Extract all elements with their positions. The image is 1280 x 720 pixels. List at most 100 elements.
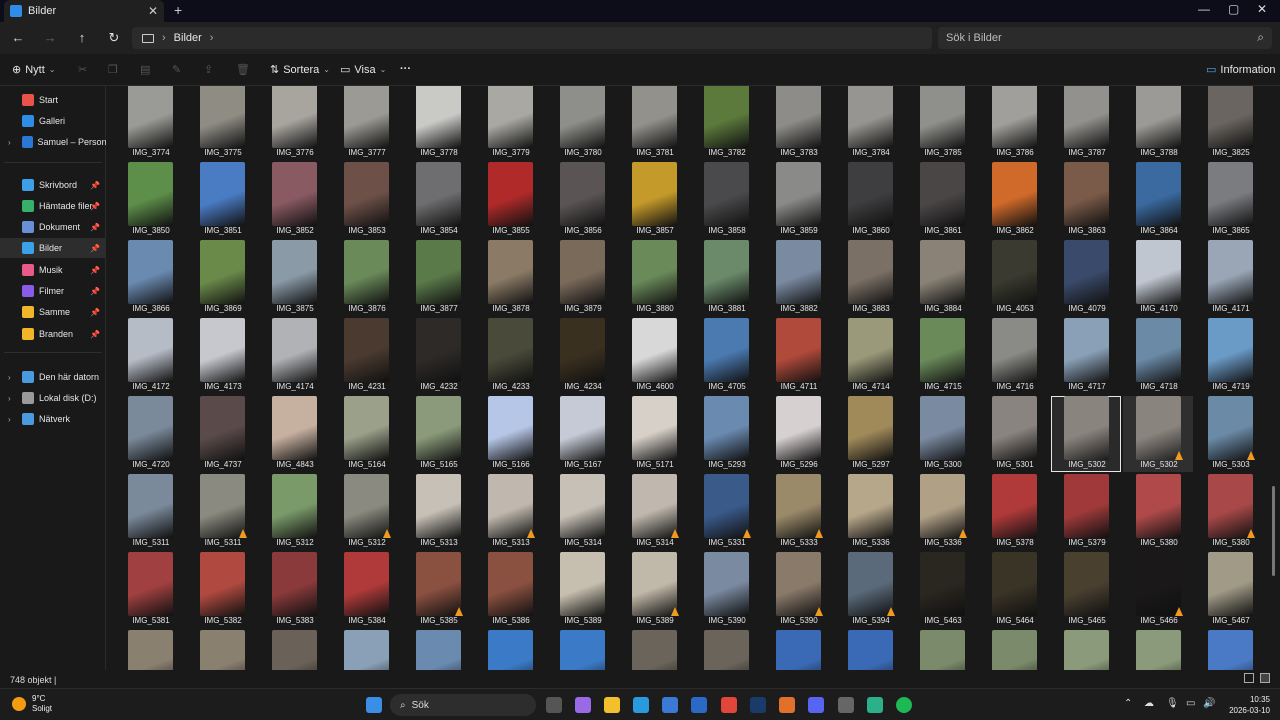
photo-item[interactable]: IMG_5464 [979, 552, 1049, 628]
file-explorer-icon[interactable] [604, 697, 620, 713]
photo-item[interactable]: IMG_3866 [115, 240, 185, 316]
photo-item[interactable]: IMG_4174 [259, 318, 329, 394]
photo-item[interactable]: IMG_5522 [547, 630, 617, 670]
expand-icon[interactable]: › [8, 373, 11, 382]
photo-item[interactable]: IMG_4711 [763, 318, 833, 394]
expand-icon[interactable]: › [8, 138, 11, 147]
photo-item[interactable]: IMG_3879 [547, 240, 617, 316]
chevron-up-icon[interactable]: ⌃ [1124, 698, 1132, 709]
photo-item[interactable]: IMG_4714 [835, 318, 905, 394]
photo-item[interactable]: IMG_5311 [115, 474, 185, 550]
photo-item[interactable]: IMG_5312 [259, 474, 329, 550]
photo-item[interactable]: IMG_5380 [1195, 474, 1265, 550]
photo-item[interactable]: IMG_3858 [691, 162, 761, 238]
photo-item[interactable]: IMG_4171 [1195, 240, 1265, 316]
photo-item[interactable]: IMG_4053 [979, 240, 1049, 316]
microphone-icon[interactable]: 🎙 [1166, 698, 1179, 709]
photo-item[interactable]: IMG_5331 [691, 474, 761, 550]
photo-item[interactable]: IMG_5312 [331, 474, 401, 550]
photo-item[interactable]: IMG_5167 [547, 396, 617, 472]
task-view-icon[interactable] [546, 697, 562, 713]
photo-item[interactable]: IMG_5303 [1195, 396, 1265, 472]
sidebar-item-7[interactable]: Musik 📌 [0, 260, 106, 280]
photo-item[interactable]: IMG_5389 [547, 552, 617, 628]
photo-item[interactable]: IMG_3788 [1123, 86, 1193, 160]
photo-item[interactable]: IMG_4716 [979, 318, 1049, 394]
photo-item[interactable]: IMG_4719 [1195, 318, 1265, 394]
photo-item[interactable]: IMG_3880 [619, 240, 689, 316]
sidebar-item-4[interactable]: Hämtade filer 📌 [0, 196, 106, 216]
photo-item[interactable]: IMG_5524 [835, 630, 905, 670]
photo-item[interactable]: IMG_5557 [1195, 630, 1265, 670]
address-bar[interactable]: › Bilder › [132, 27, 932, 49]
new-tab-button[interactable]: + [174, 2, 182, 18]
photo-item[interactable]: IMG_5300 [907, 396, 977, 472]
photo-item[interactable]: IMG_4234 [547, 318, 617, 394]
steam-icon[interactable] [750, 697, 766, 713]
photo-item[interactable]: IMG_5394 [835, 552, 905, 628]
expand-icon[interactable]: › [8, 415, 11, 424]
details-view-icon[interactable] [1244, 673, 1254, 683]
edge-icon[interactable] [633, 697, 649, 713]
photo-item[interactable]: IMG_3774 [115, 86, 185, 160]
photo-item[interactable]: IMG_5314 [547, 474, 617, 550]
photo-item[interactable]: IMG_5381 [115, 552, 185, 628]
start-icon[interactable] [366, 697, 382, 713]
photo-item[interactable]: IMG_5164 [331, 396, 401, 472]
photo-item[interactable]: IMG_5530 [907, 630, 977, 670]
photo-item[interactable]: IMG_5466 [1123, 552, 1193, 628]
photo-item[interactable]: IMG_5386 [475, 552, 545, 628]
photo-item[interactable]: IMG_5521 [331, 630, 401, 670]
photo-item[interactable]: IMG_3777 [331, 86, 401, 160]
photo-item[interactable]: IMG_5378 [979, 474, 1049, 550]
photo-item[interactable]: IMG_4173 [187, 318, 257, 394]
sidebar-item-2[interactable]: › Samuel – Personlig [0, 132, 106, 152]
sidebar-item-0[interactable]: Start [0, 90, 106, 110]
photo-item[interactable]: IMG_4843 [259, 396, 329, 472]
maximize-button[interactable]: ▢ [1228, 2, 1239, 16]
photo-item[interactable]: IMG_3863 [1051, 162, 1121, 238]
photo-item[interactable]: IMG_3860 [835, 162, 905, 238]
photo-item[interactable]: IMG_3859 [763, 162, 833, 238]
photo-item[interactable]: IMG_5390 [691, 552, 761, 628]
tab-bilder[interactable]: Bilder ✕ [4, 0, 164, 22]
rename-icon[interactable]: ✎ [172, 63, 181, 76]
photo-item[interactable]: IMG_5467 [115, 630, 185, 670]
information-button[interactable]: ▭ Information [1206, 63, 1275, 77]
photo-item[interactable]: IMG_5336 [907, 474, 977, 550]
firefox-icon[interactable] [779, 697, 795, 713]
settings-icon[interactable] [838, 697, 854, 713]
sidebar-item-12[interactable]: › Lokal disk (D:) [0, 388, 106, 408]
photo-item[interactable]: IMG_5333 [763, 474, 833, 550]
photo-item[interactable]: IMG_5385 [403, 552, 473, 628]
forward-button[interactable]: → [40, 28, 60, 48]
photo-item[interactable]: IMG_5465 [1051, 552, 1121, 628]
photo-item[interactable]: IMG_3861 [907, 162, 977, 238]
photo-item[interactable]: IMG_4737 [187, 396, 257, 472]
photo-item[interactable]: IMG_5390 [763, 552, 833, 628]
photo-item[interactable]: IMG_5383 [259, 552, 329, 628]
photo-item[interactable]: IMG_3782 [691, 86, 761, 160]
photo-item[interactable]: IMG_3853 [331, 162, 401, 238]
photo-item[interactable]: IMG_5313 [475, 474, 545, 550]
chrome-icon[interactable] [721, 697, 737, 713]
photo-item[interactable]: IMG_3775 [187, 86, 257, 160]
photo-item[interactable]: IMG_3855 [475, 162, 545, 238]
delete-icon[interactable]: 🗑 [236, 63, 250, 76]
photo-item[interactable]: IMG_4079 [1051, 240, 1121, 316]
photo-item[interactable]: IMG_3875 [259, 240, 329, 316]
photo-item[interactable]: IMG_5165 [403, 396, 473, 472]
photo-item[interactable]: IMG_4233 [475, 318, 545, 394]
expand-icon[interactable]: › [8, 394, 11, 403]
photo-item[interactable]: IMG_3779 [475, 86, 545, 160]
sidebar-item-8[interactable]: Filmer 📌 [0, 281, 106, 301]
photo-item[interactable]: IMG_5523 [619, 630, 689, 670]
photo-item[interactable]: IMG_4715 [907, 318, 977, 394]
photo-item[interactable]: IMG_4172 [115, 318, 185, 394]
photo-item[interactable]: IMG_3825 [1195, 86, 1265, 160]
photo-item[interactable]: IMG_3852 [259, 162, 329, 238]
network-icon[interactable]: ▭ [1186, 698, 1195, 709]
photo-item[interactable]: IMG_4718 [1123, 318, 1193, 394]
store-icon[interactable] [662, 697, 678, 713]
photo-item[interactable]: IMG_5468 [259, 630, 329, 670]
